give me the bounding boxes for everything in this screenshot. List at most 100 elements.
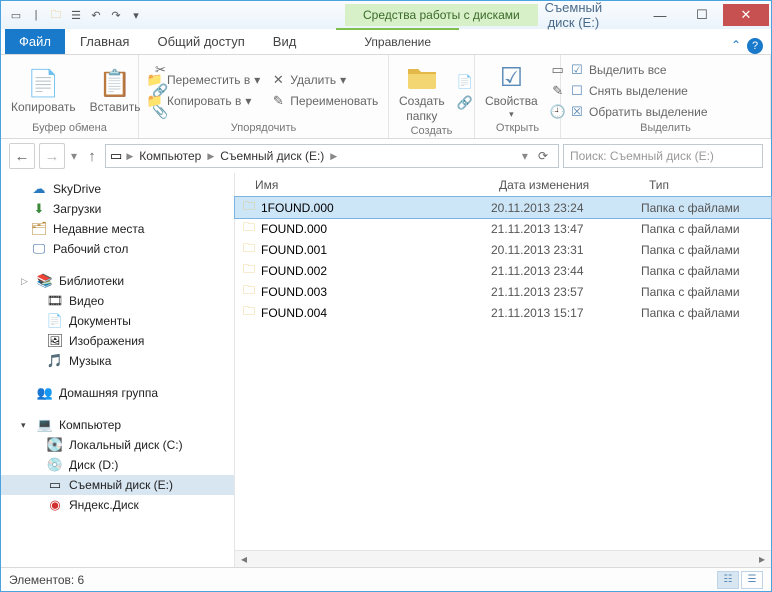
folder-icon: 🗀 bbox=[243, 197, 261, 218]
horizontal-scrollbar[interactable]: ◂ ▸ bbox=[235, 550, 771, 567]
file-type: Папка с файлами bbox=[641, 222, 771, 236]
scroll-right-icon[interactable]: ▸ bbox=[753, 552, 771, 566]
maximize-button[interactable]: ☐ bbox=[681, 4, 723, 26]
ribbon-collapse-icon[interactable]: ⌃ bbox=[731, 38, 741, 54]
nav-skydrive[interactable]: ☁SkyDrive bbox=[1, 179, 234, 199]
file-date: 20.11.2013 23:24 bbox=[491, 201, 641, 215]
ribbon-group-open: ☑Свойства▾ ▭ ✎ 🕘 Открыть bbox=[475, 55, 561, 138]
moveto-button[interactable]: 📁Переместить в ▾ bbox=[145, 71, 262, 89]
newfolder-button[interactable]: Создатьпапку bbox=[395, 59, 449, 125]
ribbon-tabs: Файл Главная Общий доступ Вид Управление… bbox=[1, 29, 771, 55]
icons-view-button[interactable]: ☰ bbox=[741, 571, 763, 589]
refresh-button[interactable]: ⟳ bbox=[532, 149, 554, 163]
app-icon: ▭ bbox=[7, 6, 25, 24]
item-count: Элементов: 6 bbox=[9, 573, 84, 587]
copy-button[interactable]: 📄Копировать bbox=[7, 65, 80, 116]
nav-yandex-disk[interactable]: ◉Яндекс.Диск bbox=[1, 495, 234, 515]
up-button[interactable]: ↑ bbox=[83, 143, 101, 169]
invertselect-button[interactable]: ☒Обратить выделение bbox=[567, 103, 710, 121]
sep-icon: | bbox=[27, 6, 45, 24]
tab-home[interactable]: Главная bbox=[66, 29, 143, 54]
nav-libraries[interactable]: ▷📚Библиотеки bbox=[1, 271, 234, 291]
ribbon-group-organize: 📁Переместить в ▾ 📁Копировать в ▾ ✕Удалит… bbox=[139, 55, 389, 138]
file-type: Папка с файлами bbox=[641, 264, 771, 278]
column-name[interactable]: Имя bbox=[235, 178, 491, 192]
navigation-pane[interactable]: ☁SkyDrive ⬇Загрузки 🗂Недавние места 🖵Раб… bbox=[1, 173, 235, 567]
forward-button[interactable]: → bbox=[39, 143, 65, 169]
nav-removable-e[interactable]: ▭Съемный диск (E:) bbox=[1, 475, 234, 495]
file-date: 21.11.2013 15:17 bbox=[491, 306, 641, 320]
props-qat-icon[interactable]: ☰ bbox=[67, 6, 85, 24]
breadcrumb-computer[interactable]: Компьютер bbox=[137, 149, 203, 163]
nav-homegroup[interactable]: 👥Домашняя группа bbox=[1, 383, 234, 403]
tab-view[interactable]: Вид bbox=[259, 29, 311, 54]
drive-icon: ▭ bbox=[110, 148, 122, 164]
context-tab-label: Средства работы с дисками bbox=[345, 4, 538, 26]
chevron-right-icon[interactable]: ▶ bbox=[330, 151, 337, 162]
close-button[interactable]: ✕ bbox=[723, 4, 769, 26]
delete-button[interactable]: ✕Удалить ▾ bbox=[268, 71, 380, 89]
nav-music[interactable]: 🎵Музыка bbox=[1, 351, 234, 371]
breadcrumb-current[interactable]: Съемный диск (E:) bbox=[218, 149, 326, 163]
file-row[interactable]: 🗀FOUND.00221.11.2013 23:44Папка с файлам… bbox=[235, 260, 771, 281]
newitem-small-button[interactable]: 📄 bbox=[455, 73, 475, 91]
nav-downloads[interactable]: ⬇Загрузки bbox=[1, 199, 234, 219]
column-type[interactable]: Тип bbox=[641, 178, 771, 192]
nav-videos[interactable]: 🎞Видео bbox=[1, 291, 234, 311]
file-row[interactable]: 🗀FOUND.00421.11.2013 15:17Папка с файлам… bbox=[235, 302, 771, 323]
help-icon[interactable]: ? bbox=[747, 38, 763, 54]
file-row[interactable]: 🗀1FOUND.00020.11.2013 23:24Папка с файла… bbox=[235, 197, 771, 218]
selectall-button[interactable]: ☑Выделить все bbox=[567, 61, 710, 79]
folder-qat-icon[interactable]: 🗀 bbox=[47, 6, 65, 24]
window-title: Съемный диск (E:) bbox=[538, 0, 639, 30]
tab-share[interactable]: Общий доступ bbox=[143, 29, 258, 54]
file-type: Папка с файлами bbox=[641, 243, 771, 257]
paste-button[interactable]: 📋Вставить bbox=[86, 65, 145, 116]
file-row[interactable]: 🗀FOUND.00321.11.2013 23:57Папка с файлам… bbox=[235, 281, 771, 302]
recent-locations-icon[interactable]: ▾ bbox=[69, 149, 79, 163]
group-label-new: Создать bbox=[395, 125, 468, 139]
details-view-button[interactable]: ☷ bbox=[717, 571, 739, 589]
nav-pictures[interactable]: 🖼Изображения bbox=[1, 331, 234, 351]
quick-access-toolbar: ▭ | 🗀 ☰ ↶ ↷ ▾ bbox=[3, 6, 145, 24]
scroll-left-icon[interactable]: ◂ bbox=[235, 552, 253, 566]
tab-file[interactable]: Файл bbox=[5, 29, 65, 54]
qat-dropdown-icon[interactable]: ▾ bbox=[127, 6, 145, 24]
file-date: 21.11.2013 13:47 bbox=[491, 222, 641, 236]
address-dropdown-icon[interactable]: ▾ bbox=[522, 149, 528, 163]
rename-button[interactable]: ✎Переименовать bbox=[268, 92, 380, 110]
column-date[interactable]: Дата изменения bbox=[491, 178, 641, 192]
file-name: FOUND.002 bbox=[261, 264, 491, 278]
folder-icon: 🗀 bbox=[243, 302, 261, 323]
nav-documents[interactable]: 📄Документы bbox=[1, 311, 234, 331]
tab-manage[interactable]: Управление bbox=[336, 28, 459, 54]
back-button[interactable]: ← bbox=[9, 143, 35, 169]
nav-recent[interactable]: 🗂Недавние места bbox=[1, 219, 234, 239]
status-bar: Элементов: 6 ☷ ☰ bbox=[1, 567, 771, 591]
file-row[interactable]: 🗀FOUND.00120.11.2013 23:31Папка с файлам… bbox=[235, 239, 771, 260]
undo-icon[interactable]: ↶ bbox=[87, 6, 105, 24]
nav-disk-d[interactable]: 💿Диск (D:) bbox=[1, 455, 234, 475]
minimize-button[interactable]: — bbox=[639, 4, 681, 26]
easyaccess-small-button[interactable]: 🔗 bbox=[455, 94, 475, 112]
chevron-right-icon[interactable]: ▶ bbox=[126, 151, 133, 162]
nav-computer[interactable]: ▾💻Компьютер bbox=[1, 415, 234, 435]
group-label-open: Открыть bbox=[481, 122, 554, 136]
search-input[interactable]: Поиск: Съемный диск (E:) bbox=[563, 144, 763, 168]
copyto-button[interactable]: 📁Копировать в ▾ bbox=[145, 92, 262, 110]
address-bar[interactable]: ▭ ▶ Компьютер ▶ Съемный диск (E:) ▶ ▾ ⟳ bbox=[105, 144, 559, 168]
file-row[interactable]: 🗀FOUND.00021.11.2013 13:47Папка с файлам… bbox=[235, 218, 771, 239]
file-name: FOUND.004 bbox=[261, 306, 491, 320]
nav-local-c[interactable]: 💽Локальный диск (C:) bbox=[1, 435, 234, 455]
group-label-clipboard: Буфер обмена bbox=[7, 122, 132, 136]
file-date: 21.11.2013 23:44 bbox=[491, 264, 641, 278]
redo-icon[interactable]: ↷ bbox=[107, 6, 125, 24]
window-controls: — ☐ ✕ bbox=[639, 4, 769, 26]
file-name: FOUND.001 bbox=[261, 243, 491, 257]
selectnone-button[interactable]: ☐Снять выделение bbox=[567, 82, 710, 100]
properties-button[interactable]: ☑Свойства▾ bbox=[481, 59, 542, 122]
nav-desktop[interactable]: 🖵Рабочий стол bbox=[1, 239, 234, 259]
chevron-right-icon[interactable]: ▶ bbox=[207, 151, 214, 162]
file-name: 1FOUND.000 bbox=[261, 201, 491, 215]
group-label-select: Выделить bbox=[567, 122, 764, 136]
